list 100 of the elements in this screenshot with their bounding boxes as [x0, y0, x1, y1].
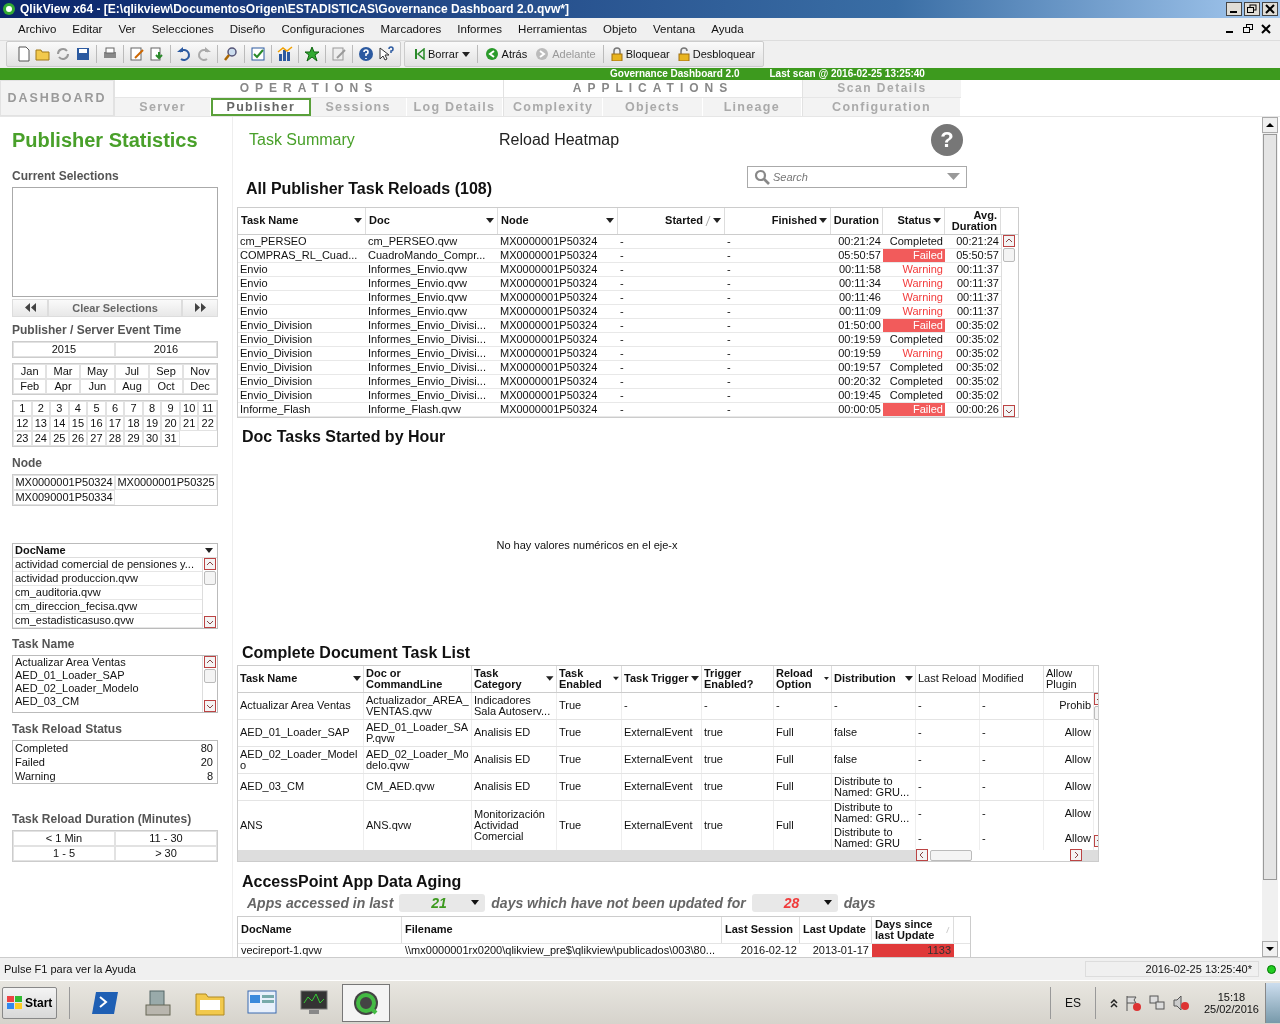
column-header[interactable]: Reload Option	[774, 665, 832, 692]
status-label[interactable]: Completed	[15, 740, 69, 755]
scroll-down-button[interactable]	[1003, 404, 1015, 417]
column-header[interactable]: Doc	[366, 207, 498, 234]
undo-icon[interactable]	[176, 46, 192, 63]
day-option[interactable]: 27	[87, 430, 106, 446]
day-option[interactable]: 17	[105, 415, 125, 431]
checkbox-icon[interactable]	[250, 46, 266, 63]
taskbar-button[interactable]	[342, 983, 391, 1022]
day-option[interactable]: 25	[50, 430, 69, 446]
day-option[interactable]: 15	[68, 415, 88, 431]
column-header[interactable]: Duration	[831, 207, 883, 234]
menu-item[interactable]: Configuraciones	[273, 22, 373, 35]
help-button[interactable]: ?	[931, 123, 963, 156]
column-header[interactable]: Task Enabled	[557, 665, 622, 692]
column-header[interactable]: Days since last Update	[872, 916, 954, 943]
scroll-up-button[interactable]	[1262, 116, 1278, 133]
year-option[interactable]: 2015	[13, 341, 115, 357]
day-option[interactable]: 1	[13, 400, 32, 416]
list-item[interactable]: AED_02_Loader_Modelo	[13, 681, 202, 695]
scrollbar[interactable]	[203, 655, 217, 712]
scroll-thumb[interactable]	[1003, 247, 1015, 262]
list-item[interactable]: Actualizar Area Ventas	[13, 655, 202, 669]
month-option[interactable]: Feb	[13, 378, 47, 394]
restore-button[interactable]	[1244, 1, 1260, 16]
day-option[interactable]: 19	[142, 415, 162, 431]
column-header[interactable]: Modified	[980, 665, 1044, 692]
day-option[interactable]: 31	[161, 430, 180, 446]
day-option[interactable]: 16	[87, 415, 106, 431]
pointer-help-icon[interactable]	[378, 46, 394, 63]
month-option[interactable]: Jul	[114, 363, 149, 379]
column-header[interactable]: Task Category	[472, 665, 557, 692]
column-header[interactable]: Node	[498, 207, 618, 234]
back-button[interactable]	[12, 298, 48, 317]
edit-icon[interactable]	[129, 46, 145, 63]
column-header[interactable]: Doc or CommandLine	[364, 665, 472, 692]
column-header[interactable]: Task Name	[238, 665, 364, 692]
list-item[interactable]: AED_01_Loader_SAP	[13, 668, 202, 682]
month-option[interactable]: Apr	[46, 378, 80, 394]
forward-button[interactable]	[182, 298, 218, 317]
column-header[interactable]: Avg. Duration	[945, 207, 1001, 234]
language-indicator[interactable]: ES	[1064, 995, 1081, 1010]
node-option[interactable]: MX0000001P50324	[13, 474, 115, 490]
month-option[interactable]: Jun	[79, 378, 115, 394]
node-option[interactable]: MX0090001P50334	[13, 489, 115, 505]
month-option[interactable]: Mar	[46, 363, 80, 379]
toolbar-button[interactable]: Borrar	[413, 48, 472, 61]
day-option[interactable]: 8	[142, 400, 162, 416]
day-option[interactable]: 14	[50, 415, 69, 431]
scroll-up-button[interactable]	[204, 655, 216, 668]
open-folder-icon[interactable]	[35, 46, 51, 63]
menu-item[interactable]: Ver	[110, 22, 144, 35]
day-option[interactable]: 11	[198, 400, 217, 416]
day-option[interactable]: 21	[179, 415, 199, 431]
save-icon[interactable]	[75, 46, 91, 63]
month-option[interactable]: Jan	[13, 363, 47, 379]
scroll-up-button[interactable]	[1003, 234, 1015, 247]
month-option[interactable]: Dec	[183, 378, 217, 394]
scroll-right-button[interactable]	[1070, 849, 1082, 862]
close-button[interactable]	[1260, 22, 1272, 35]
list-item[interactable]: AED_03_CM	[13, 694, 202, 708]
scroll-thumb[interactable]	[204, 668, 216, 683]
menu-item[interactable]: Marcadores	[372, 22, 450, 35]
scrollbar[interactable]	[1002, 234, 1016, 417]
scroll-down-button[interactable]	[204, 615, 216, 628]
day-option[interactable]: 12	[13, 415, 32, 431]
day-option[interactable]: 4	[68, 400, 88, 416]
toolbar-button[interactable]: Atrás	[482, 47, 530, 62]
duration-option[interactable]: < 1 Min	[13, 830, 115, 846]
month-option[interactable]: May	[79, 363, 115, 379]
menu-item[interactable]: Objeto	[595, 22, 645, 35]
node-option[interactable]: MX0000001P50325	[115, 474, 217, 490]
day-option[interactable]: 13	[31, 415, 51, 431]
year-option[interactable]: 2016	[115, 341, 217, 357]
scroll-left-button[interactable]	[916, 849, 928, 862]
day-option[interactable]: 18	[124, 415, 143, 431]
scroll-thumb[interactable]	[204, 570, 216, 585]
help-icon[interactable]	[358, 46, 374, 63]
scroll-down-button[interactable]	[204, 699, 216, 712]
sheet-tab[interactable]: Reload Heatmap	[499, 130, 737, 149]
chevron-up-icon[interactable]	[1109, 997, 1118, 1008]
list-item[interactable]: cm_auditoria.qvw	[13, 585, 202, 600]
month-option[interactable]: Sep	[149, 363, 183, 379]
note-icon[interactable]	[331, 46, 347, 63]
day-option[interactable]: 3	[50, 400, 69, 416]
menu-item[interactable]: Ayuda	[703, 22, 752, 35]
column-header[interactable]: Last Session	[722, 916, 800, 943]
close-button[interactable]	[1262, 1, 1278, 16]
column-header[interactable]: Trigger Enabled?	[702, 665, 774, 692]
day-option[interactable]: 7	[124, 400, 143, 416]
menu-item[interactable]: Ventana	[645, 22, 704, 35]
clock[interactable]: 15:18 25/02/2016	[1203, 990, 1259, 1015]
menu-item[interactable]: Herramientas	[510, 22, 596, 35]
flag-icon[interactable]	[1123, 993, 1142, 1012]
list-item[interactable]: cm_estadisticasuso.qvw	[13, 613, 202, 628]
day-option[interactable]: 22	[198, 415, 217, 431]
minimize-button[interactable]	[1226, 1, 1242, 16]
column-header[interactable]: Allow Plugin	[1044, 665, 1094, 692]
day-option[interactable]: 26	[68, 430, 88, 446]
toolbar-button[interactable]: Desbloquear	[675, 47, 758, 62]
